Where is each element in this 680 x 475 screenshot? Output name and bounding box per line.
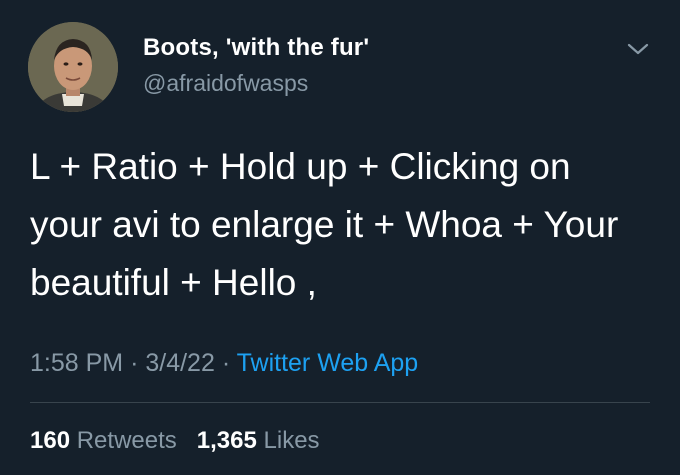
tweet-date[interactable]: 3/4/22 (145, 349, 215, 377)
divider (30, 402, 650, 403)
meta-separator: · (221, 349, 231, 377)
tweet-meta: 1:58 PM · 3/4/22 · Twitter Web App (30, 349, 418, 378)
tweet-text-line: your avi to enlarge it + Whoa + Your (30, 204, 619, 245)
tweet-card: Boots, 'with the fur' @afraidofwasps L +… (0, 0, 680, 475)
avatar[interactable] (28, 22, 118, 112)
likes-stat[interactable]: 1,365 Likes (197, 427, 320, 454)
tweet-source-link[interactable]: Twitter Web App (237, 349, 419, 377)
retweets-label: Retweets (76, 427, 177, 454)
user-avatar-photo-icon (28, 22, 118, 112)
author-display-name[interactable]: Boots, 'with the fur' (143, 34, 369, 62)
tweet-text-line: L + Ratio + Hold up + Clicking on (30, 146, 571, 187)
tweet-text-line: beautiful + Hello , (30, 262, 317, 303)
likes-label: Likes (263, 427, 320, 454)
likes-count: 1,365 (196, 427, 257, 454)
meta-separator: · (130, 349, 139, 377)
tweet-time[interactable]: 1:58 PM (30, 349, 123, 377)
retweets-stat[interactable]: 160 Retweets (30, 427, 183, 454)
author-handle[interactable]: @afraidofwasps (143, 70, 308, 97)
chevron-down-icon[interactable] (624, 38, 652, 60)
retweets-count: 160 (30, 427, 71, 454)
tweet-text: L + Ratio + Hold up + Clicking on your a… (30, 138, 660, 312)
tweet-stats: 160 Retweets 1,365 Likes (30, 427, 320, 455)
